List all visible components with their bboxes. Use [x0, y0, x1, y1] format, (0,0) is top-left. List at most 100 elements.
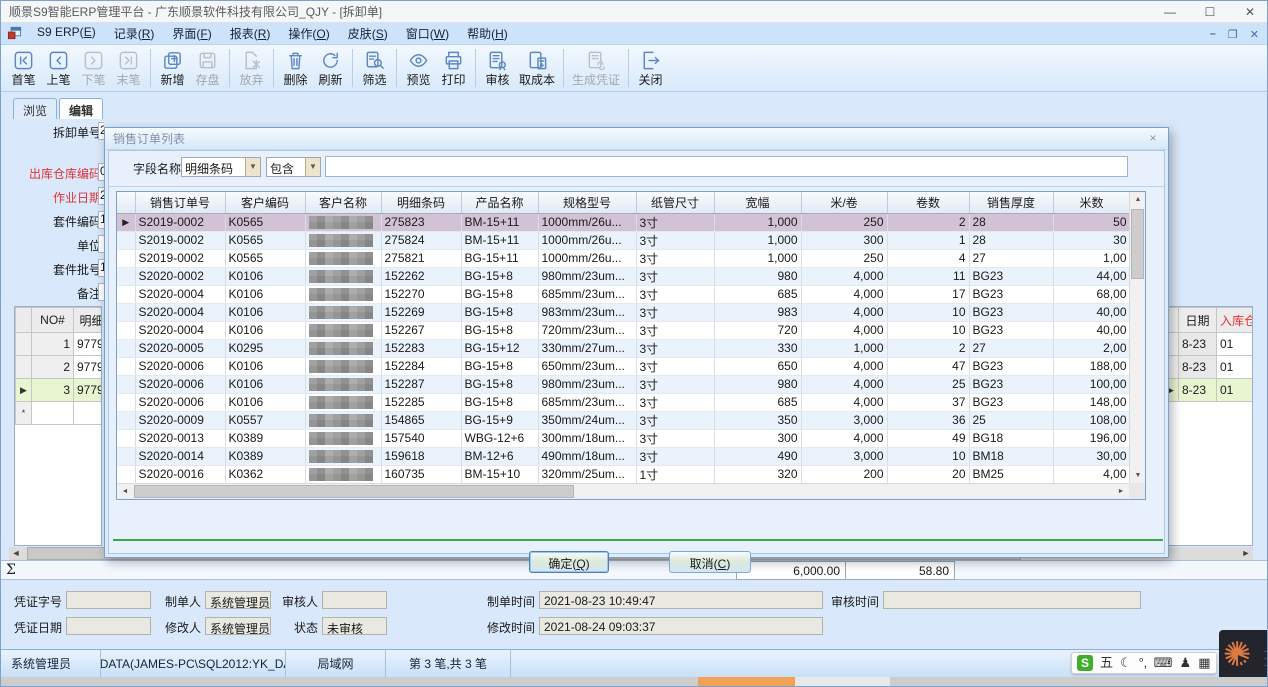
menu-item[interactable]: 操作(O) [279, 23, 338, 44]
table-row[interactable]: S2020-0005K0295152283BG-15+12330mm/27um.… [117, 339, 1130, 357]
toolbar-filter[interactable]: 筛选 [358, 48, 391, 89]
scroll-left-icon[interactable]: ◄ [117, 484, 133, 499]
mdi-window-controls: – ❐ ✕ [1210, 23, 1259, 45]
table-row[interactable]: ▶S2019-0002K0565275823BM-15+111000mm/26u… [117, 213, 1130, 231]
chevron-down-icon[interactable]: ▼ [305, 158, 320, 176]
minimize-icon[interactable]: — [1163, 5, 1177, 19]
toolbar-first-record[interactable]: 首笔 [7, 48, 40, 89]
column-header[interactable]: 入库仓库 [1217, 308, 1254, 333]
ok-button[interactable]: 确定(Q) [529, 551, 609, 573]
toolbar-cost[interactable]: 取成本 [516, 48, 558, 89]
table-row[interactable]: S2020-0004K0106152269BG-15+8983mm/23um..… [117, 303, 1130, 321]
toolbar-delete[interactable]: 删除 [279, 48, 312, 89]
tab-browse[interactable]: 浏览 [13, 98, 57, 119]
redacted-customer-name [309, 468, 373, 481]
table-vertical-scrollbar[interactable]: ▲ ▼ [1129, 192, 1145, 483]
ime-toolbox-icon[interactable]: ▦ [1198, 655, 1210, 671]
menu-item[interactable]: 记录(R) [105, 23, 164, 44]
column-header[interactable]: 客户编码 [225, 192, 305, 213]
close-icon[interactable]: ✕ [1243, 5, 1257, 19]
column-header[interactable]: 明细条码 [74, 308, 103, 333]
menu-item[interactable]: 窗口(W) [397, 23, 458, 44]
table-row[interactable]: S2020-0014K0389159618BM-12+6490mm/18um..… [117, 447, 1130, 465]
table-row[interactable]: S2020-0004K0106152267BG-15+8720mm/23um..… [117, 321, 1130, 339]
table-row[interactable]: S2020-0006K0106152287BG-15+8980mm/23um..… [117, 375, 1130, 393]
taskbar-active-app[interactable] [698, 677, 795, 687]
table-row[interactable]: ▶397792 [16, 379, 103, 402]
toolbar-refresh[interactable]: 刷新 [314, 48, 347, 89]
redacted-customer-name [309, 450, 373, 463]
toolbar-add[interactable]: 新增 [156, 48, 189, 89]
tab-edit[interactable]: 编辑 [59, 98, 103, 119]
field-name-select[interactable]: 明细条码 ▼ [181, 157, 261, 177]
next-record-icon [82, 49, 105, 73]
toolbar-audit[interactable]: 审核 [481, 48, 514, 89]
column-header[interactable]: 日期 [1179, 308, 1217, 333]
footer-label: 审核时间 [821, 593, 879, 610]
column-header[interactable]: 卷数 [887, 192, 969, 213]
menu-bar: S9 ERP(E)记录(R)界面(F)报表(R)操作(O)皮肤(S)窗口(W)帮… [1, 23, 1267, 45]
operator-select[interactable]: 包含 ▼ [266, 157, 321, 177]
scroll-right-icon[interactable]: ► [1113, 484, 1129, 499]
dialog-close-icon[interactable]: × [1146, 131, 1160, 145]
menu-item[interactable]: 帮助(H) [458, 23, 517, 44]
table-row[interactable]: 297792 [16, 356, 103, 379]
column-header[interactable]: 客户名称 [305, 192, 381, 213]
toolbar-close-door[interactable]: 关闭 [634, 48, 667, 89]
table-row[interactable]: S2020-0006K0106152284BG-15+8650mm/23um..… [117, 357, 1130, 375]
chevron-down-icon[interactable]: ▼ [245, 158, 260, 176]
toolbar-print[interactable]: 打印 [437, 48, 470, 89]
table-row[interactable]: S2020-0006K0106152285BG-15+8685mm/23um..… [117, 393, 1130, 411]
toolbar-preview[interactable]: 预览 [402, 48, 435, 89]
column-header[interactable]: 宽幅 [714, 192, 801, 213]
menu-item[interactable]: 皮肤(S) [339, 23, 397, 44]
new-row[interactable]: * [16, 402, 103, 425]
dialog-title-bar[interactable]: 销售订单列表 × [105, 128, 1168, 150]
column-header[interactable]: 米数 [1053, 192, 1130, 213]
column-header[interactable]: 销售厚度 [969, 192, 1053, 213]
toolbar-prev-record[interactable]: 上笔 [42, 48, 75, 89]
table-row[interactable]: ▶8-2301 [1163, 379, 1254, 402]
table-row[interactable]: 197792 [16, 333, 103, 356]
scroll-right-icon[interactable]: ► [1239, 547, 1253, 560]
maximize-icon[interactable]: ☐ [1203, 5, 1217, 19]
filter-search-input[interactable] [325, 156, 1128, 177]
toolbar-separator [628, 49, 629, 87]
column-header[interactable]: 规格型号 [538, 192, 636, 213]
table-row[interactable]: S2020-0013K0389157540WBG-12+6300mm/18um.… [117, 429, 1130, 447]
scroll-left-icon[interactable]: ◄ [9, 547, 23, 560]
ime-logo-icon[interactable]: S [1077, 655, 1093, 671]
table-row[interactable]: S2019-0002K0565275821BG-15+111000mm/26u.… [117, 249, 1130, 267]
table-row[interactable]: S2019-0002K0565275824BM-15+111000mm/26u.… [117, 231, 1130, 249]
ime-wubi-icon[interactable]: 五 [1100, 655, 1113, 671]
scroll-down-icon[interactable]: ▼ [1130, 468, 1146, 483]
menu-item[interactable]: 报表(R) [221, 23, 280, 44]
mdi-restore-icon[interactable]: ❐ [1228, 28, 1238, 41]
cancel-button[interactable]: 取消(C) [669, 551, 751, 573]
column-header[interactable] [117, 192, 135, 213]
table-row[interactable]: S2020-0002K0106152262BG-15+8980mm/23um..… [117, 267, 1130, 285]
column-header[interactable]: 米/卷 [801, 192, 887, 213]
ime-punctuation-icon[interactable]: °‚ [1139, 655, 1147, 671]
ime-fullwidth-icon[interactable]: ☾ [1120, 655, 1132, 671]
mdi-minimize-icon[interactable]: – [1210, 28, 1216, 40]
column-header[interactable]: 产品名称 [461, 192, 538, 213]
column-header[interactable]: 销售订单号 [135, 192, 225, 213]
taskbar-app[interactable] [795, 677, 890, 687]
redacted-customer-name [309, 342, 373, 355]
scroll-up-icon[interactable]: ▲ [1130, 192, 1146, 207]
column-header[interactable]: 纸管尺寸 [636, 192, 714, 213]
column-header[interactable]: 明细条码 [381, 192, 461, 213]
table-row[interactable]: S2020-0009K0557154865BG-15+9350mm/24um..… [117, 411, 1130, 429]
menu-item[interactable]: S9 ERP(E) [28, 23, 105, 44]
mdi-close-icon[interactable]: ✕ [1250, 28, 1259, 41]
ime-keyboard-icon[interactable]: ⌨ [1154, 655, 1173, 671]
menu-item[interactable]: 界面(F) [163, 23, 220, 44]
table-horizontal-scrollbar[interactable]: ◄ ► [117, 483, 1129, 499]
ime-skin-icon[interactable]: ♟ [1180, 655, 1192, 671]
column-header[interactable]: NO# [32, 308, 74, 333]
table-row[interactable]: S2020-0016K0362160735BM-15+10320mm/25um.… [117, 465, 1130, 483]
table-row[interactable]: S2020-0004K0106152270BG-15+8685mm/23um..… [117, 285, 1130, 303]
table-row[interactable]: 8-2301 [1163, 333, 1254, 356]
table-row[interactable]: 8-2301 [1163, 356, 1254, 379]
